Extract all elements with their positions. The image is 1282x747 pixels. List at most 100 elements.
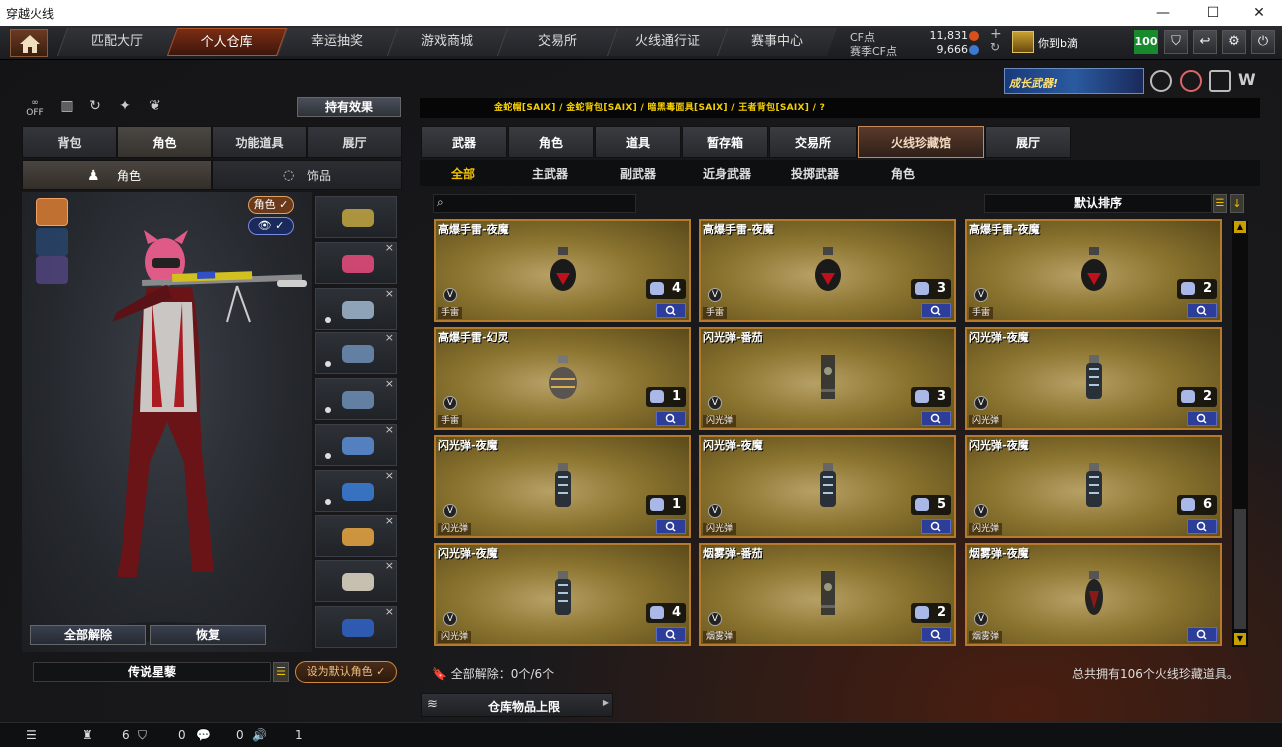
- scroll-thumb[interactable]: [1234, 509, 1246, 629]
- subtab-accessory[interactable]: ◌ 饰品: [212, 160, 402, 190]
- rotate-icon[interactable]: ↻: [84, 98, 106, 118]
- right-tab-6[interactable]: 展厅: [985, 126, 1071, 158]
- category-tab-1[interactable]: 主武器: [532, 165, 568, 182]
- chat-icon[interactable]: 💬: [196, 728, 211, 742]
- category-tab-0[interactable]: 全部: [451, 165, 475, 182]
- remove-icon[interactable]: ×: [385, 469, 394, 482]
- item-card[interactable]: 闪光弹-夜魔 V 闪光弹 5: [699, 435, 956, 538]
- character-preview[interactable]: 角色 ✓ 👁 ✓: [22, 192, 312, 652]
- item-card[interactable]: 闪光弹-夜魔 V 闪光弹 4: [434, 543, 691, 646]
- toggle-off-icon[interactable]: ∞ OFF: [24, 98, 46, 118]
- equipment-slot[interactable]: [315, 196, 397, 238]
- inspect-button[interactable]: [1187, 411, 1217, 426]
- equipment-slot[interactable]: ×: [315, 377, 397, 420]
- scroll-up-icon[interactable]: ▲: [1234, 221, 1246, 233]
- pose-icon[interactable]: ✦: [114, 98, 136, 118]
- item-card[interactable]: 闪光弹-夜魔 V 闪光弹 6: [965, 435, 1222, 538]
- subtab-role[interactable]: ♟ 角色: [22, 160, 212, 190]
- inspect-button[interactable]: [656, 411, 686, 426]
- character-filter-icon[interactable]: [36, 198, 68, 226]
- pet-icon[interactable]: ❦: [144, 98, 166, 118]
- equipment-slot[interactable]: ×: [315, 287, 397, 330]
- left-tab-2[interactable]: 功能道具: [212, 126, 307, 158]
- nav-tab-5[interactable]: 火线通行证: [606, 28, 728, 56]
- restore-button[interactable]: 恢复: [150, 625, 266, 645]
- right-tab-5[interactable]: 火线珍藏馆: [858, 126, 984, 158]
- right-tab-4[interactable]: 交易所: [769, 126, 857, 158]
- home-button[interactable]: [10, 29, 48, 57]
- nav-tab-1[interactable]: 个人仓库: [166, 28, 288, 56]
- hold-effect-button[interactable]: 持有效果: [297, 97, 401, 117]
- inspect-button[interactable]: [921, 303, 951, 318]
- unequip-all-button[interactable]: 全部解除: [30, 625, 146, 645]
- equipment-slot[interactable]: ×: [315, 241, 397, 284]
- friends-icon[interactable]: ♜: [82, 728, 93, 742]
- visibility-toggle[interactable]: 👁 ✓: [248, 217, 294, 235]
- remove-icon[interactable]: ×: [385, 287, 394, 300]
- left-tab-3[interactable]: 展厅: [307, 126, 402, 158]
- inspect-button[interactable]: [656, 303, 686, 318]
- shield-icon[interactable]: ⛉: [138, 728, 147, 743]
- right-tab-1[interactable]: 角色: [508, 126, 594, 158]
- remove-icon[interactable]: ×: [385, 331, 394, 344]
- item-card[interactable]: 高爆手雷-幻灵 V 手雷 1: [434, 327, 691, 430]
- inspect-button[interactable]: [921, 627, 951, 642]
- back-icon[interactable]: ↩: [1193, 30, 1217, 54]
- equipment-slot[interactable]: ×: [315, 559, 397, 602]
- category-tab-5[interactable]: 角色: [891, 165, 915, 182]
- left-tab-1[interactable]: 角色: [117, 126, 212, 158]
- nav-tab-6[interactable]: 赛事中心: [716, 28, 838, 56]
- maximize-button[interactable]: ☐: [1190, 0, 1236, 26]
- nav-tab-3[interactable]: 游戏商城: [386, 28, 508, 56]
- item-card[interactable]: 闪光弹-夜魔 V 闪光弹 1: [434, 435, 691, 538]
- refresh-icon[interactable]: ↻: [990, 40, 1000, 54]
- storage-limit-button[interactable]: ≋ 仓库物品上限 ▶: [421, 693, 613, 717]
- equipment-slot[interactable]: ×: [315, 514, 397, 557]
- equipment-slot[interactable]: ×: [315, 605, 397, 648]
- inspect-button[interactable]: [921, 519, 951, 534]
- list-icon[interactable]: ☰: [273, 662, 289, 682]
- item-card[interactable]: 烟雾弹-夜魔 V 烟雾弹: [965, 543, 1222, 646]
- target-icon[interactable]: [1180, 70, 1202, 92]
- power-icon[interactable]: ⏻: [1251, 30, 1275, 54]
- badge-icon[interactable]: [1150, 70, 1172, 92]
- sort-dropdown[interactable]: 默认排序: [984, 194, 1212, 213]
- rank-icon[interactable]: ⛉: [1164, 30, 1188, 54]
- category-tab-4[interactable]: 投掷武器: [791, 165, 839, 182]
- user-info[interactable]: 你到b滴: [1012, 30, 1130, 54]
- role-toggle[interactable]: 角色 ✓: [248, 196, 294, 214]
- volume-icon[interactable]: 🔊: [252, 728, 267, 742]
- left-tab-0[interactable]: 背包: [22, 126, 117, 158]
- category-tab-3[interactable]: 近身武器: [703, 165, 751, 182]
- remove-icon[interactable]: ×: [385, 241, 394, 254]
- promo-banner[interactable]: 成长武器!: [1004, 68, 1144, 94]
- nav-tab-4[interactable]: 交易所: [496, 28, 618, 56]
- inspect-button[interactable]: [1187, 303, 1217, 318]
- right-tab-3[interactable]: 暂存箱: [682, 126, 768, 158]
- close-button[interactable]: ✕: [1236, 0, 1282, 26]
- inspect-button[interactable]: [1187, 627, 1217, 642]
- remove-icon[interactable]: ×: [385, 377, 394, 390]
- remove-icon[interactable]: ×: [385, 514, 394, 527]
- item-card[interactable]: 高爆手雷-夜魔 V 手雷 2: [965, 219, 1222, 322]
- inspect-button[interactable]: [1187, 519, 1217, 534]
- item-card[interactable]: 烟雾弹-番茄 V 烟雾弹 2: [699, 543, 956, 646]
- minimize-button[interactable]: —: [1140, 0, 1186, 26]
- nav-tab-0[interactable]: 匹配大厅: [56, 28, 178, 56]
- claw-icon[interactable]: [1209, 70, 1231, 92]
- spirit-filter-icon[interactable]: [36, 256, 68, 284]
- stats-icon[interactable]: ▥: [56, 98, 78, 118]
- item-card[interactable]: 闪光弹-番茄 V 闪光弹 3: [699, 327, 956, 430]
- right-tab-0[interactable]: 武器: [421, 126, 507, 158]
- category-tab-2[interactable]: 副武器: [620, 165, 656, 182]
- nav-tab-2[interactable]: 幸运抽奖: [276, 28, 398, 56]
- sort-menu-icon[interactable]: ☰: [1213, 194, 1227, 213]
- remove-icon[interactable]: ×: [385, 605, 394, 618]
- item-card[interactable]: 高爆手雷-夜魔 V 手雷 4: [434, 219, 691, 322]
- equipment-slot[interactable]: ×: [315, 331, 397, 374]
- scroll-down-icon[interactable]: ▼: [1234, 633, 1246, 645]
- right-tab-2[interactable]: 道具: [595, 126, 681, 158]
- remove-icon[interactable]: ×: [385, 559, 394, 572]
- wing-filter-icon[interactable]: [36, 228, 68, 256]
- remove-icon[interactable]: ×: [385, 423, 394, 436]
